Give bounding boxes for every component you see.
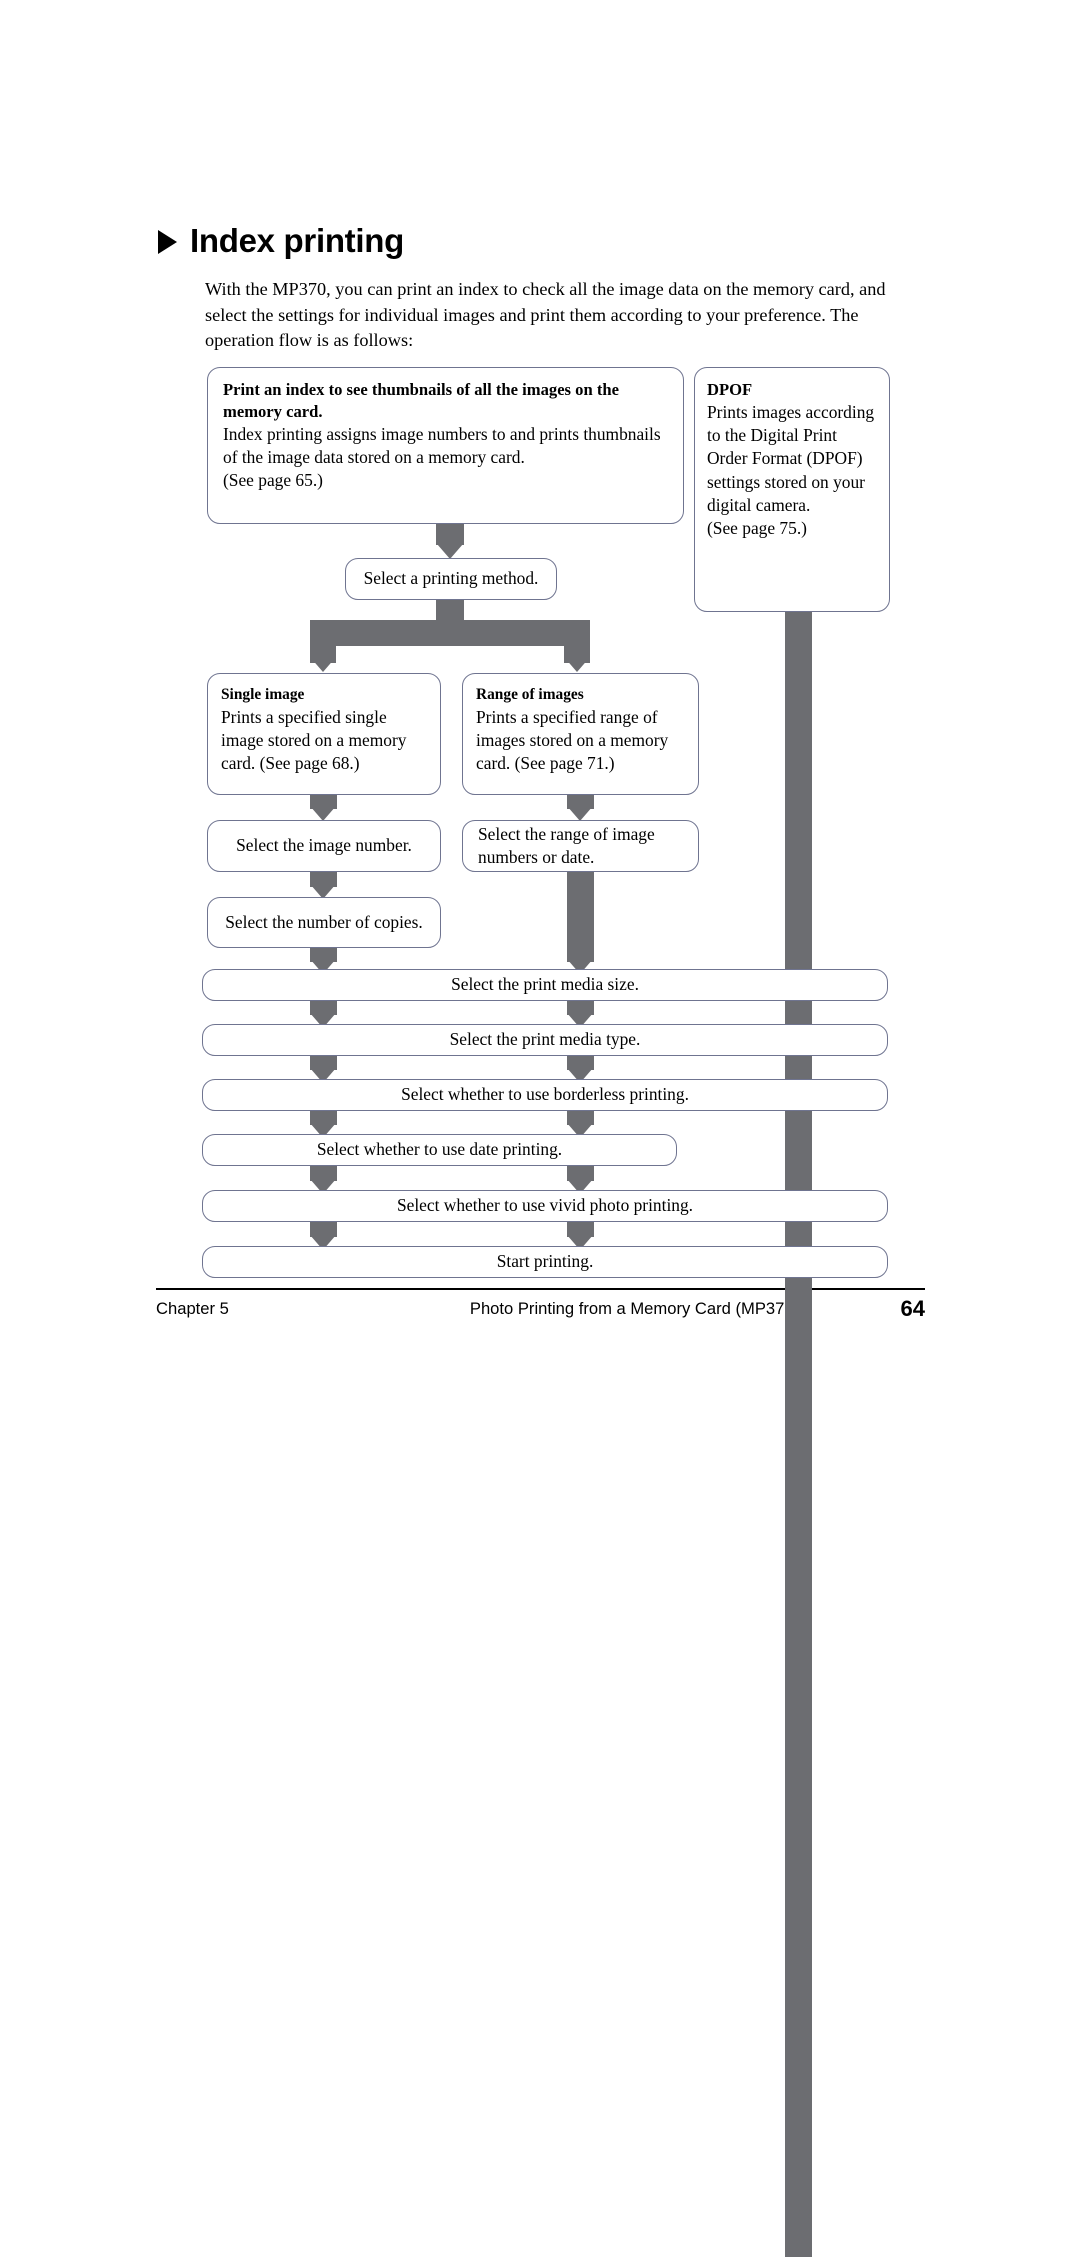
arrow-head-branch-left <box>310 657 336 672</box>
flow-box-select-image-number: Select the image number. <box>207 820 441 872</box>
arrow-stem-index-to-method <box>436 521 464 545</box>
flow-box-select-range: Select the range of image numbers or dat… <box>462 820 699 872</box>
flow-box-range-of-images-body: Prints a specified range of images store… <box>476 707 669 774</box>
flow-box-select-image-number-label: Select the image number. <box>236 835 412 856</box>
arrow-branch-bar <box>310 620 590 646</box>
intro-paragraph: With the MP370, you can print an index t… <box>205 279 886 351</box>
page-title: Index printing <box>158 222 404 260</box>
arrow-head-range-to-selectrange <box>567 806 593 821</box>
arrow-head-index-to-method <box>437 544 463 559</box>
flow-box-select-media-size-label: Select the print media size. <box>451 974 639 995</box>
flow-box-select-method: Select a printing method. <box>345 558 557 600</box>
flow-box-select-borderless-label: Select whether to use borderless printin… <box>401 1084 689 1105</box>
flow-box-single-image-body: Prints a specified single image stored o… <box>221 707 407 774</box>
triangle-bullet-icon <box>158 230 177 254</box>
flow-box-select-range-label: Select the range of image numbers or dat… <box>478 823 655 867</box>
flow-box-select-media-type: Select the print media type. <box>202 1024 888 1056</box>
flow-box-start-printing: Start printing. <box>202 1246 888 1278</box>
flow-box-dpof-ref: (See page 75.) <box>707 518 807 539</box>
footer-page-number: 64 <box>900 1296 925 1321</box>
flow-box-select-media-type-label: Select the print media type. <box>449 1029 641 1050</box>
flow-box-index-body: Index printing assigns image numbers to … <box>223 424 661 468</box>
flow-box-range-of-images-lead: Range of images <box>476 686 584 703</box>
footer-chapter: Chapter 5 <box>156 1299 229 1318</box>
flow-box-dpof-lead: DPOF <box>707 380 753 399</box>
flow-box-single-image-lead: Single image <box>221 686 305 703</box>
document-page: Index printing With the MP370, you can p… <box>0 0 1080 2257</box>
flow-box-single-image: Single image Prints a specified single i… <box>207 673 441 795</box>
flow-box-select-date-printing: Select whether to use date printing. <box>202 1134 677 1166</box>
flow-box-index-ref: (See page 65.) <box>223 470 323 491</box>
flow-box-select-date-printing-label: Select whether to use date printing. <box>316 1139 563 1160</box>
arrow-stem-dpof-column <box>785 609 812 2257</box>
flow-box-select-method-label: Select a printing method. <box>363 568 539 589</box>
flow-box-select-copies: Select the number of copies. <box>207 897 441 948</box>
flow-box-select-vivid: Select whether to use vivid photo printi… <box>202 1190 888 1222</box>
flow-box-select-copies-label: Select the number of copies. <box>225 911 423 932</box>
flow-box-dpof: DPOF Prints images according to the Digi… <box>694 367 890 612</box>
flow-box-start-printing-label: Start printing. <box>496 1251 594 1272</box>
arrow-head-single-to-number <box>310 806 336 821</box>
flow-box-range-of-images: Range of images Prints a specified range… <box>462 673 699 795</box>
flow-box-dpof-body: Prints images according to the Digital P… <box>707 402 875 515</box>
flow-box-select-vivid-label: Select whether to use vivid photo printi… <box>396 1195 694 1216</box>
flow-box-index-lead: Print an index to see thumbnails of all … <box>223 380 619 421</box>
page-title-text: Index printing <box>190 222 404 259</box>
arrow-stem-middle-column <box>567 871 594 962</box>
flow-box-select-borderless: Select whether to use borderless printin… <box>202 1079 888 1111</box>
arrow-head-branch-right <box>564 657 590 672</box>
flow-box-select-media-size: Select the print media size. <box>202 969 888 1001</box>
flow-box-index-printing: Print an index to see thumbnails of all … <box>207 367 684 524</box>
